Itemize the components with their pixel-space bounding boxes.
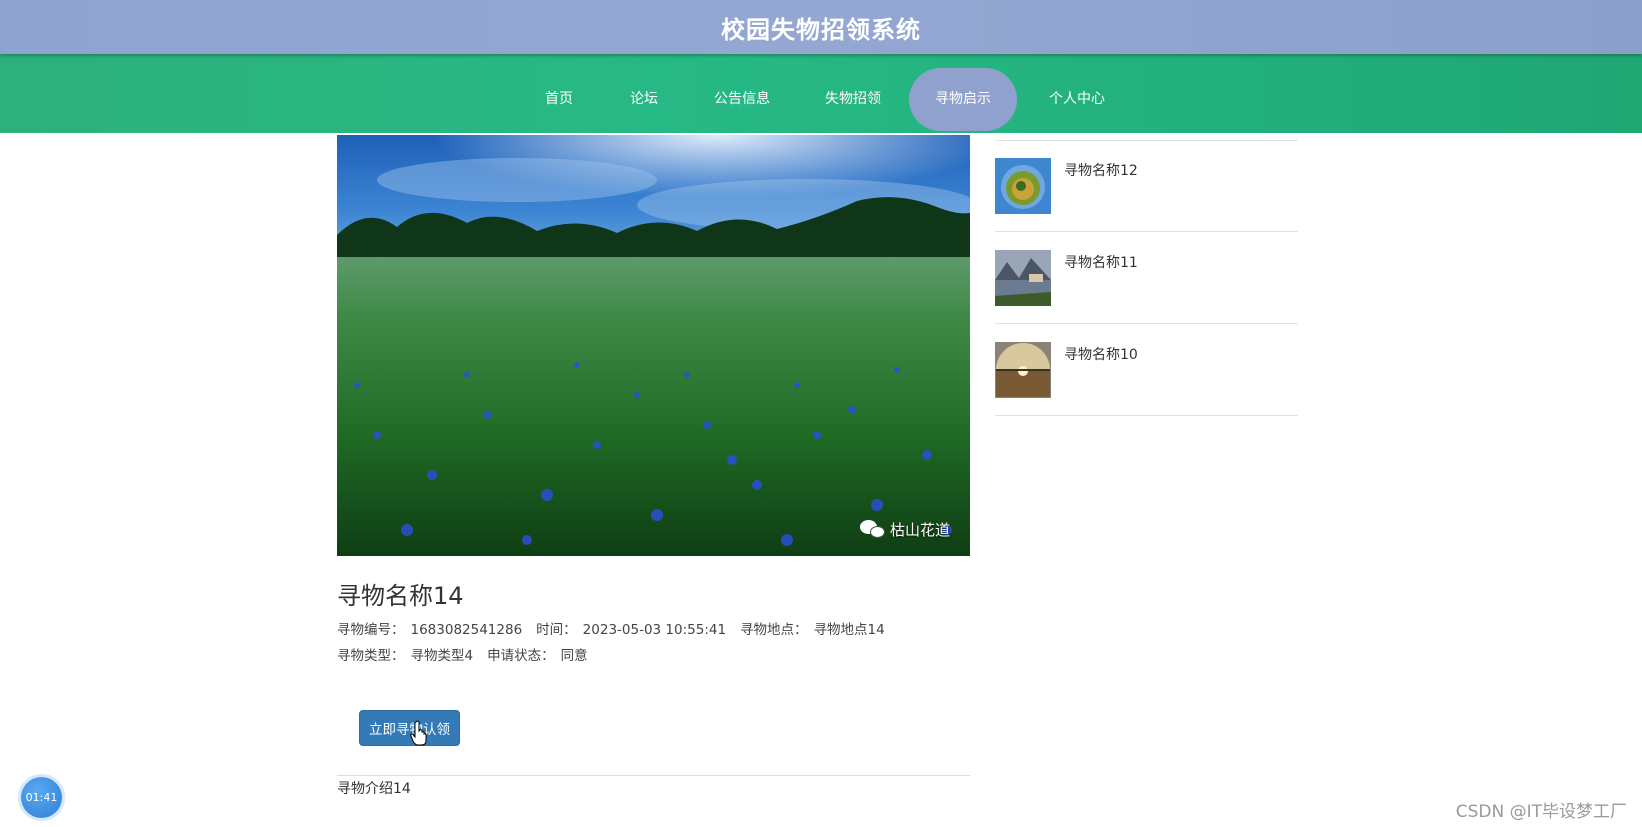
sidebar-item-label: 寻物名称11 — [1064, 255, 1138, 271]
item-code-label: 寻物编号： — [337, 622, 405, 638]
item-description: 寻物介绍14 — [337, 781, 411, 797]
site-title: 校园失物招领系统 — [721, 15, 921, 44]
sidebar-item[interactable]: 寻物名称12 — [995, 140, 1298, 232]
item-place-label: 寻物地点： — [740, 622, 808, 638]
item-title: 寻物名称14 — [337, 582, 464, 610]
description-divider — [337, 775, 970, 776]
lake-town-thumb — [995, 250, 1051, 306]
sidebar-item[interactable]: 寻物名称11 — [995, 232, 1298, 324]
image-watermark: 枯山花道 — [859, 518, 950, 540]
tiny-planet-thumb — [995, 158, 1051, 214]
hand-cursor-icon — [410, 720, 427, 746]
item-meta-row-1: 寻物编号： 1683082541286 时间： 2023-05-03 10:55:41… — [337, 618, 899, 638]
sidebar-item[interactable]: 寻物名称10 — [995, 324, 1298, 416]
nav-item-lost-item-notices[interactable]: 寻物启示 — [909, 68, 1017, 131]
item-place-value: 寻物地点14 — [813, 622, 885, 638]
item-time-value: 2023-05-03 10:55:41 — [582, 622, 727, 638]
wechat-icon — [859, 518, 886, 540]
nav-item-forum[interactable]: 论坛 — [619, 68, 669, 131]
nav-bar: 首页 论坛 公告信息 失物招领 寻物启示 个人中心 — [0, 54, 1642, 133]
sidebar-item-label: 寻物名称12 — [1064, 163, 1138, 179]
item-status-label: 申请状态： — [487, 648, 555, 664]
nav-item-lost-and-found[interactable]: 失物招领 — [817, 68, 889, 131]
site-header: 校园失物招领系统 — [0, 0, 1642, 54]
item-meta-row-2: 寻物类型： 寻物类型4 申请状态： 同意 — [337, 644, 602, 664]
item-time-label: 时间： — [536, 622, 577, 638]
recording-timer-badge: 01:41 — [21, 777, 62, 818]
flower-field-image — [337, 135, 970, 556]
sunset-thumb — [995, 342, 1051, 398]
item-type-label: 寻物类型： — [337, 648, 405, 664]
sidebar-item-label: 寻物名称10 — [1064, 347, 1138, 363]
item-code-value: 1683082541286 — [410, 622, 523, 638]
nav-item-home[interactable]: 首页 — [534, 68, 584, 131]
item-main-image: 枯山花道 — [337, 135, 970, 556]
item-type-value: 寻物类型4 — [410, 648, 474, 664]
image-watermark-text: 枯山花道 — [889, 520, 950, 539]
nav-item-announcements[interactable]: 公告信息 — [706, 68, 778, 131]
item-status-value: 同意 — [560, 648, 588, 664]
csdn-watermark: CSDN @IT毕设梦工厂 — [1455, 802, 1627, 822]
nav-item-personal-center[interactable]: 个人中心 — [1040, 68, 1114, 131]
